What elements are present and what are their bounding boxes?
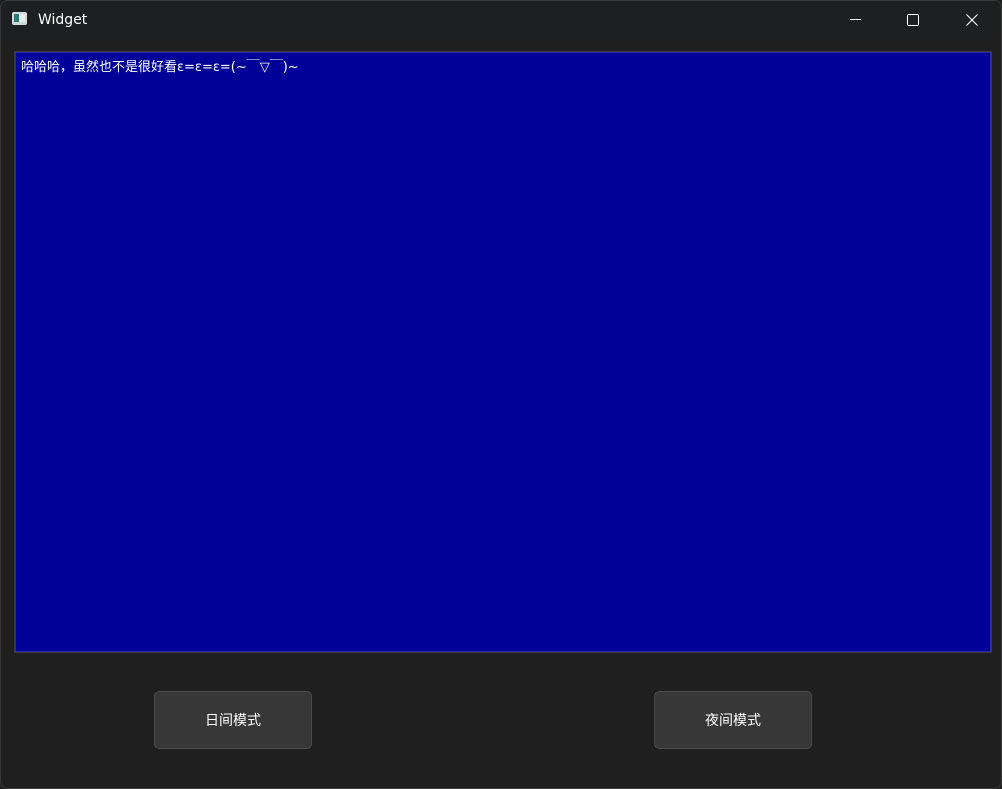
close-button[interactable]	[949, 1, 995, 39]
title-bar[interactable]: Widget	[1, 1, 1001, 39]
day-mode-button[interactable]: 日间模式	[154, 691, 312, 749]
text-edit-content: 哈哈哈，虽然也不是很好看ε=ε=ε=(~￣▽￣)~	[21, 60, 299, 75]
text-edit-area[interactable]: 哈哈哈，虽然也不是很好看ε=ε=ε=(~￣▽￣)~	[14, 51, 992, 653]
close-icon	[966, 14, 978, 26]
app-window-icon	[12, 12, 27, 25]
maximize-icon	[907, 14, 919, 26]
minimize-icon	[850, 19, 861, 20]
maximize-button[interactable]	[890, 1, 936, 39]
app-window: Widget 哈哈哈，虽然也不是很好看ε=ε=ε=(~￣▽￣)~ 日间模式 夜间…	[0, 0, 1002, 789]
night-mode-button[interactable]: 夜间模式	[654, 691, 812, 749]
window-title: Widget	[38, 12, 88, 28]
minimize-button[interactable]	[832, 1, 878, 39]
